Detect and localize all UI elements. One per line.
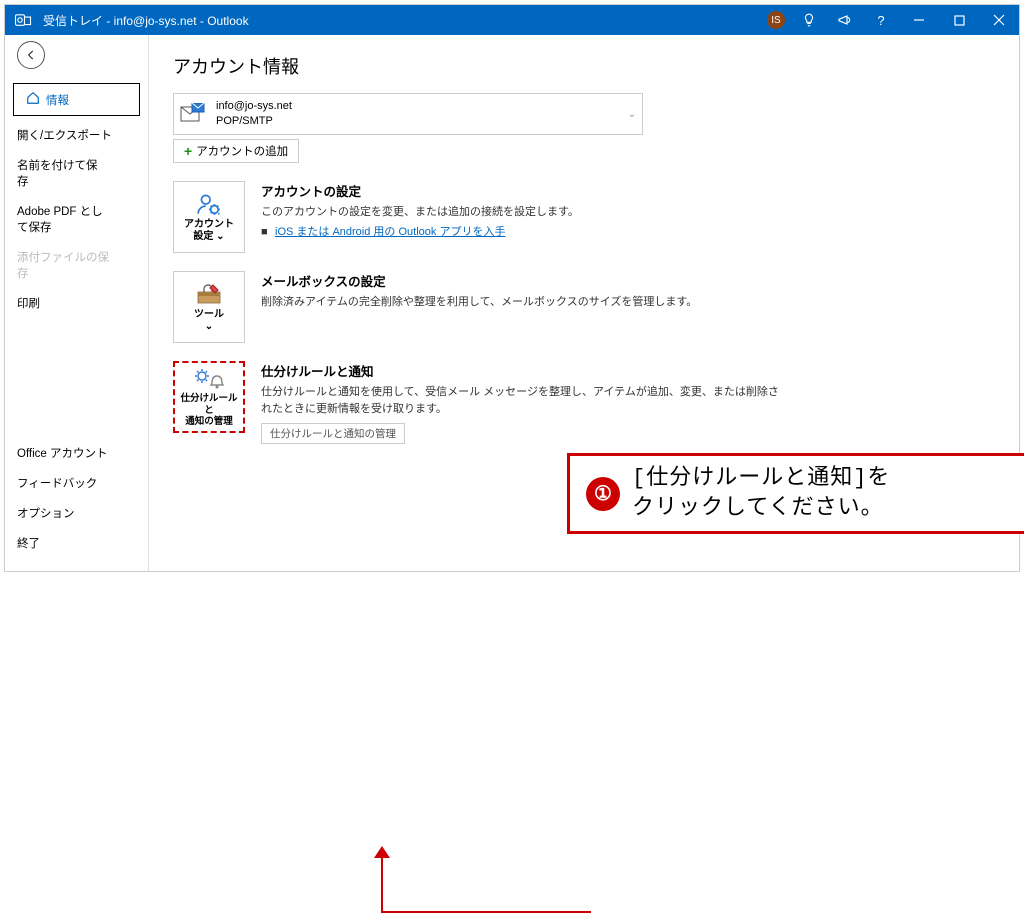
avatar[interactable]: IS	[767, 11, 785, 29]
gear-bell-icon	[194, 366, 224, 390]
lightbulb-icon[interactable]	[791, 5, 827, 35]
account-selector[interactable]: info@jo-sys.net POP/SMTP ⌄	[173, 93, 643, 135]
sidebar-item-adobe-pdf[interactable]: Adobe PDF とし て保存	[5, 196, 148, 242]
sidebar-item-options[interactable]: オプション	[5, 498, 148, 528]
mail-account-icon	[180, 103, 206, 125]
home-icon	[26, 91, 40, 108]
back-button[interactable]	[17, 41, 45, 69]
instruction-text: [仕分けルールと通知]を クリックしてください。	[632, 464, 890, 523]
minimize-button[interactable]	[899, 5, 939, 35]
titlebar: 受信トレイ - info@jo-sys.net - Outlook IS ?	[5, 5, 1019, 35]
sidebar-item-open-export[interactable]: 開く/エクスポート	[5, 120, 148, 150]
maximize-button[interactable]	[939, 5, 979, 35]
step-number-badge: ①	[586, 477, 620, 511]
sidebar-item-print[interactable]: 印刷	[5, 288, 148, 318]
rules-desc: 仕分けルールと通知を使用して、受信メール メッセージを整理し、アイテムが追加、変…	[261, 384, 781, 417]
add-account-button[interactable]: + アカウントの追加	[173, 139, 299, 163]
megaphone-icon[interactable]	[827, 5, 863, 35]
close-button[interactable]	[979, 5, 1019, 35]
outlook-logo-icon	[13, 10, 33, 30]
sidebar-item-exit[interactable]: 終了	[5, 528, 148, 558]
account-settings-title: アカウントの設定	[261, 181, 579, 200]
manage-rules-sub-button[interactable]: 仕分けルールと通知の管理	[261, 423, 405, 444]
sidebar-item-save-attachments: 添付ファイルの保 存	[5, 242, 148, 288]
toolbox-icon	[196, 282, 222, 306]
sidebar-item-office-account[interactable]: Office アカウント	[5, 438, 148, 468]
backstage-sidebar: 情報 開く/エクスポート 名前を付けて保 存 Adobe PDF とし て保存 …	[5, 35, 149, 571]
outlook-app-link[interactable]: iOS または Android 用の Outlook アプリを入手	[275, 226, 505, 238]
chevron-down-icon: ⌄	[628, 109, 636, 120]
rules-alerts-button[interactable]: 仕分けルールと 通知の管理	[173, 361, 245, 433]
tools-button[interactable]: ツール ⌄	[173, 271, 245, 343]
plus-icon: +	[184, 143, 192, 159]
account-settings-button[interactable]: アカウント 設定 ⌄	[173, 181, 245, 253]
account-email: info@jo-sys.net	[216, 99, 292, 114]
window-title: 受信トレイ - info@jo-sys.net - Outlook	[43, 12, 761, 29]
account-settings-desc: このアカウントの設定を変更、または追加の接続を設定します。	[261, 204, 579, 221]
person-gear-icon	[196, 192, 222, 216]
main-panel: アカウント情報 info@jo-sys.net POP/SMTP ⌄ + アカウ…	[149, 35, 1019, 571]
sidebar-item-save-as[interactable]: 名前を付けて保 存	[5, 150, 148, 196]
account-type: POP/SMTP	[216, 114, 292, 129]
sidebar-item-feedback[interactable]: フィードバック	[5, 468, 148, 498]
mailbox-settings-desc: 削除済みアイテムの完全削除や整理を利用して、メールボックスのサイズを管理します。	[261, 294, 697, 311]
instruction-callout: ① [仕分けルールと通知]を クリックしてください。	[567, 453, 1024, 534]
mailbox-settings-title: メールボックスの設定	[261, 271, 697, 290]
rules-title: 仕分けルールと通知	[261, 361, 781, 380]
sidebar-item-info[interactable]: 情報	[13, 83, 140, 116]
help-icon[interactable]: ?	[863, 5, 899, 35]
page-title: アカウント情報	[173, 53, 995, 79]
